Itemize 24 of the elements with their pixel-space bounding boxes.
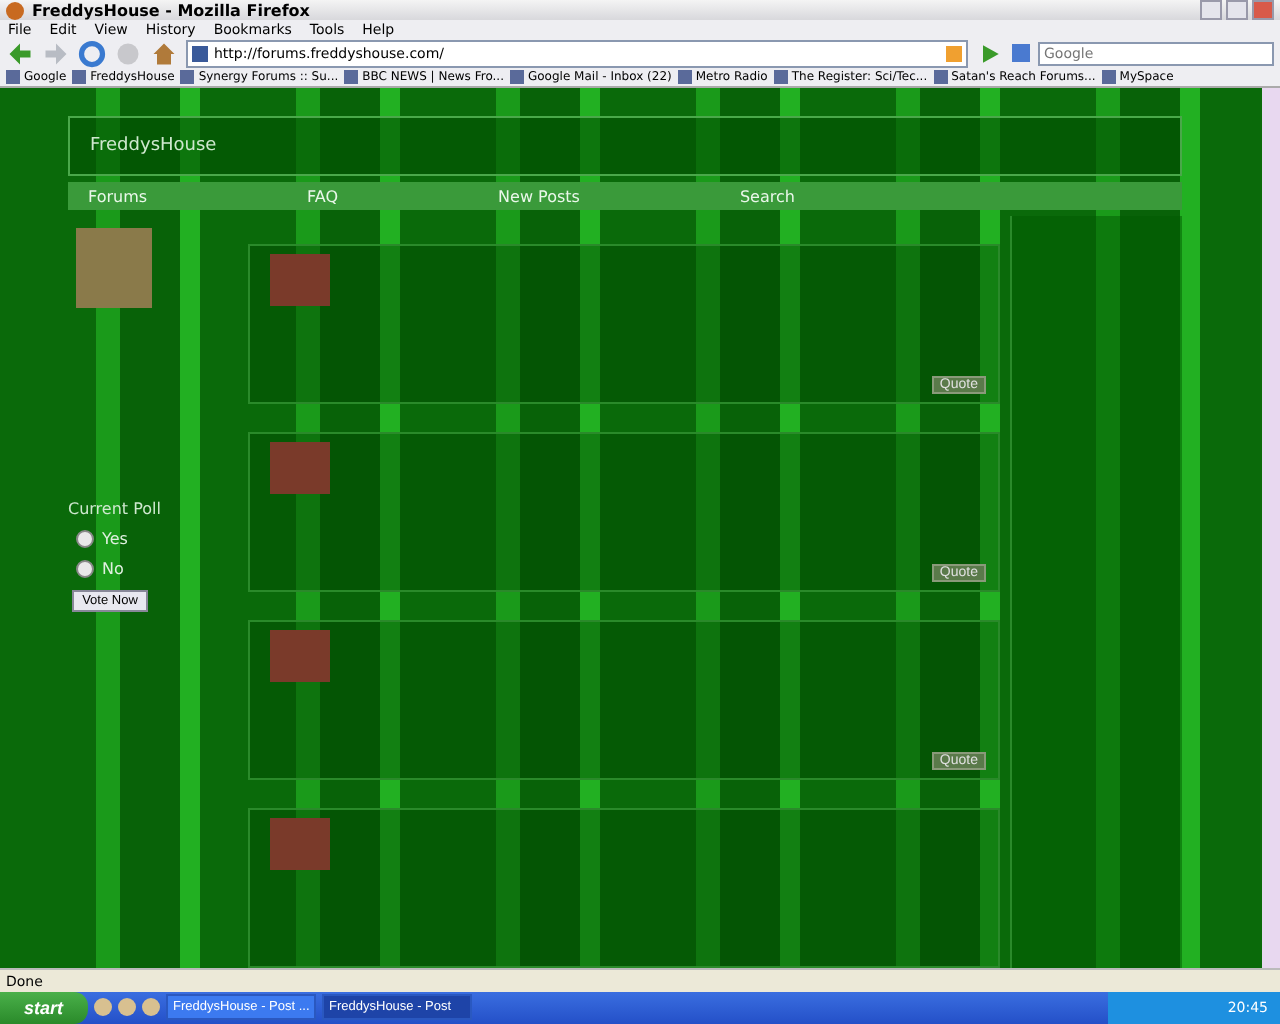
search-engine-icon[interactable] bbox=[1012, 44, 1030, 63]
avatar-placeholder bbox=[270, 254, 330, 307]
photo-placeholder bbox=[76, 228, 152, 309]
home-icon[interactable] bbox=[150, 39, 178, 68]
poll-heading: Current Poll bbox=[68, 500, 163, 519]
forward-arrow-icon[interactable] bbox=[42, 39, 70, 68]
forum-logo: FreddysHouse bbox=[90, 136, 217, 157]
maximize-button[interactable] bbox=[1226, 0, 1248, 21]
scroll-bar[interactable] bbox=[1262, 88, 1280, 969]
radio-button[interactable] bbox=[76, 560, 94, 579]
avatar-placeholder bbox=[270, 630, 330, 683]
close-button[interactable] bbox=[1252, 0, 1274, 21]
back-arrow-icon[interactable] bbox=[6, 39, 34, 68]
poll-option: Yes bbox=[102, 530, 128, 549]
avatar-placeholder bbox=[270, 818, 330, 871]
avatar-placeholder bbox=[270, 442, 330, 495]
radio-button[interactable] bbox=[76, 530, 94, 549]
reload-icon[interactable] bbox=[78, 39, 106, 68]
window-title: FreddysHouse - Mozilla Firefox bbox=[32, 1, 312, 20]
minimize-button[interactable] bbox=[1200, 0, 1222, 21]
site-icon bbox=[192, 45, 208, 62]
poll-option: No bbox=[102, 560, 124, 579]
feed-icon[interactable] bbox=[946, 45, 962, 62]
start-button[interactable]: start bbox=[0, 991, 88, 1024]
